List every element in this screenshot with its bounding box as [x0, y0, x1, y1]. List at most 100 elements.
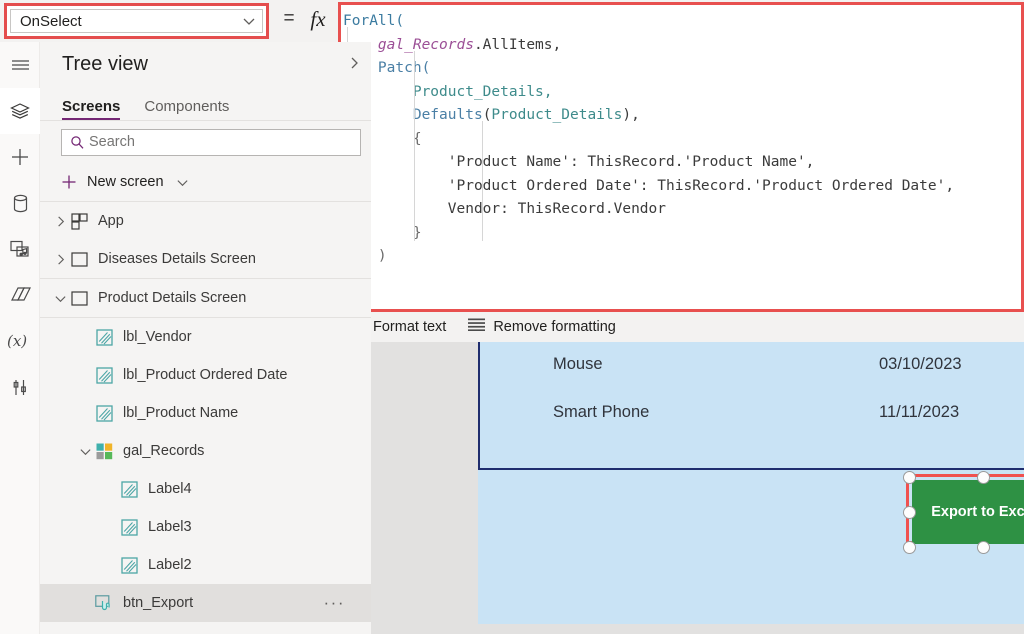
export-to-excel-button[interactable]: Export to Excel	[912, 480, 1024, 544]
app-icon	[68, 211, 90, 231]
formula-code[interactable]: ForAll( gal_Records.AllItems, Patch( Pro…	[341, 5, 1021, 292]
media-icon[interactable]	[0, 226, 40, 272]
chevron-down-icon[interactable]	[52, 290, 68, 306]
formula-line: Patch(	[377, 60, 431, 76]
resize-handle-bl[interactable]	[903, 541, 916, 554]
tree-tabs: Screens Components	[40, 86, 371, 121]
tree-item-label: lbl_Vendor	[123, 329, 192, 345]
label-icon	[118, 555, 140, 575]
indent-guide	[414, 51, 415, 241]
data-icon[interactable]	[0, 180, 40, 226]
tree-item-app[interactable]: App	[40, 202, 371, 240]
formula-editor[interactable]: ForAll( gal_Records.AllItems, Patch( Pro…	[341, 5, 1021, 309]
formula-line: }	[412, 224, 422, 241]
label-icon	[118, 517, 140, 537]
fx-icon: fx	[310, 7, 326, 31]
search-input[interactable]: Search	[61, 128, 361, 156]
new-screen-label: New screen	[87, 174, 164, 190]
insert-icon[interactable]	[0, 134, 40, 180]
tree-item-lbl-product-name[interactable]: lbl_Product Name	[40, 394, 371, 432]
property-dropdown[interactable]: OnSelect	[10, 9, 263, 33]
gallery-icon	[93, 441, 115, 461]
more-options-icon[interactable]: ···	[324, 593, 345, 613]
tree-item-label2[interactable]: Label2	[40, 546, 371, 584]
product-name-label: Smart Phone	[553, 403, 650, 421]
tree-item-gal-records[interactable]: gal_Records	[40, 432, 371, 470]
chevron-down-icon[interactable]	[176, 176, 189, 189]
tree-item-product-details-screen[interactable]: Product Details Screen	[40, 279, 371, 317]
tree-item-label: Product Details Screen	[98, 290, 247, 306]
hamburger-menu-icon[interactable]	[0, 42, 40, 88]
resize-handle-ml[interactable]	[903, 506, 916, 519]
equals-icon: =	[283, 8, 295, 29]
tree-search-row: Search	[40, 121, 371, 163]
export-button-selection: Export to Excel	[903, 471, 1024, 554]
export-to-excel-label: Export to Excel	[931, 504, 1024, 520]
gallery-row[interactable]: Mouse 03/10/2023	[480, 355, 1024, 403]
label-icon	[93, 365, 115, 385]
formula-line: Product_Details,	[412, 83, 553, 100]
chevron-right-icon[interactable]	[52, 251, 68, 267]
label-icon	[93, 327, 115, 347]
tree-item-label3[interactable]: Label3	[40, 508, 371, 546]
remove-formatting-button[interactable]: Remove formatting	[468, 318, 616, 336]
tree-item-label: lbl_Product Ordered Date	[123, 367, 288, 383]
chevron-right-icon[interactable]	[347, 56, 363, 72]
label-icon	[93, 403, 115, 423]
plus-icon	[61, 174, 77, 190]
tree-item-label4[interactable]: Label4	[40, 470, 371, 508]
chevron-down-icon[interactable]	[77, 443, 93, 459]
tree-item-btn-export[interactable]: btn_Export ···	[40, 584, 371, 622]
gal-records-gallery[interactable]: Mouse 03/10/2023 Smart Phone 11/11/2023	[478, 342, 1024, 470]
formula-line: gal_Records.AllItems,	[377, 36, 562, 53]
resize-handle-tc[interactable]	[977, 471, 990, 484]
tree-item-lbl-product-ordered-date[interactable]: lbl_Product Ordered Date	[40, 356, 371, 394]
power-automate-icon[interactable]	[0, 272, 40, 318]
formula-line: ForAll(	[343, 13, 405, 29]
remove-formatting-label: Remove formatting	[493, 319, 616, 335]
property-selector-highlight: OnSelect	[4, 3, 269, 39]
tree-item-label: Label4	[148, 481, 192, 497]
search-placeholder: Search	[89, 134, 135, 150]
button-icon	[93, 593, 115, 613]
tree-item-diseases-details-screen[interactable]: Diseases Details Screen	[40, 240, 371, 278]
formula-line: 'Product Ordered Date': ThisRecord.'Prod…	[343, 177, 955, 194]
formula-bar-highlight: ForAll( gal_Records.AllItems, Patch( Pro…	[338, 2, 1024, 312]
tab-components[interactable]: Components	[144, 98, 229, 120]
formula-line: )	[343, 269, 1021, 293]
search-rail-icon[interactable]	[0, 364, 40, 410]
product-ordered-date-label: 11/11/2023	[879, 403, 960, 421]
search-icon	[70, 135, 85, 150]
remove-formatting-icon	[468, 318, 486, 336]
property-dropdown-value: OnSelect	[20, 12, 82, 30]
tree-item-list: App Diseases Details Screen Product Detail…	[40, 202, 371, 622]
product-ordered-date-label: 03/10/2023	[879, 355, 962, 373]
formula-line: 'Product Name': ThisRecord.'Product Name…	[343, 154, 815, 170]
variables-icon[interactable]: (x)	[0, 318, 40, 364]
formula-line: Vendor: ThisRecord.Vendor	[343, 201, 667, 217]
app-canvas: Mouse 03/10/2023 Smart Phone 11/11/2023 Exp…	[371, 342, 1024, 634]
format-text-label: Format text	[373, 319, 447, 335]
formula-line: Defaults(Product_Details),	[412, 107, 640, 123]
new-screen-button[interactable]: New screen	[40, 163, 371, 202]
tree-item-lbl-vendor[interactable]: lbl_Vendor	[40, 318, 371, 356]
resize-handle-tl[interactable]	[903, 471, 916, 484]
tree-item-label: Label2	[148, 557, 192, 573]
label-icon	[118, 479, 140, 499]
svg-text:(x): (x)	[7, 332, 27, 350]
chevron-right-icon[interactable]	[52, 213, 68, 229]
left-icon-rail: (x)	[0, 42, 40, 634]
format-toolbar: Format text Remove formatting	[338, 312, 1024, 342]
tree-view-icon[interactable]	[0, 88, 40, 134]
gallery-row[interactable]: Smart Phone 11/11/2023	[480, 403, 1024, 451]
resize-handle-bc[interactable]	[977, 541, 990, 554]
tab-screens[interactable]: Screens	[62, 98, 121, 120]
product-name-label: Mouse	[553, 355, 603, 373]
